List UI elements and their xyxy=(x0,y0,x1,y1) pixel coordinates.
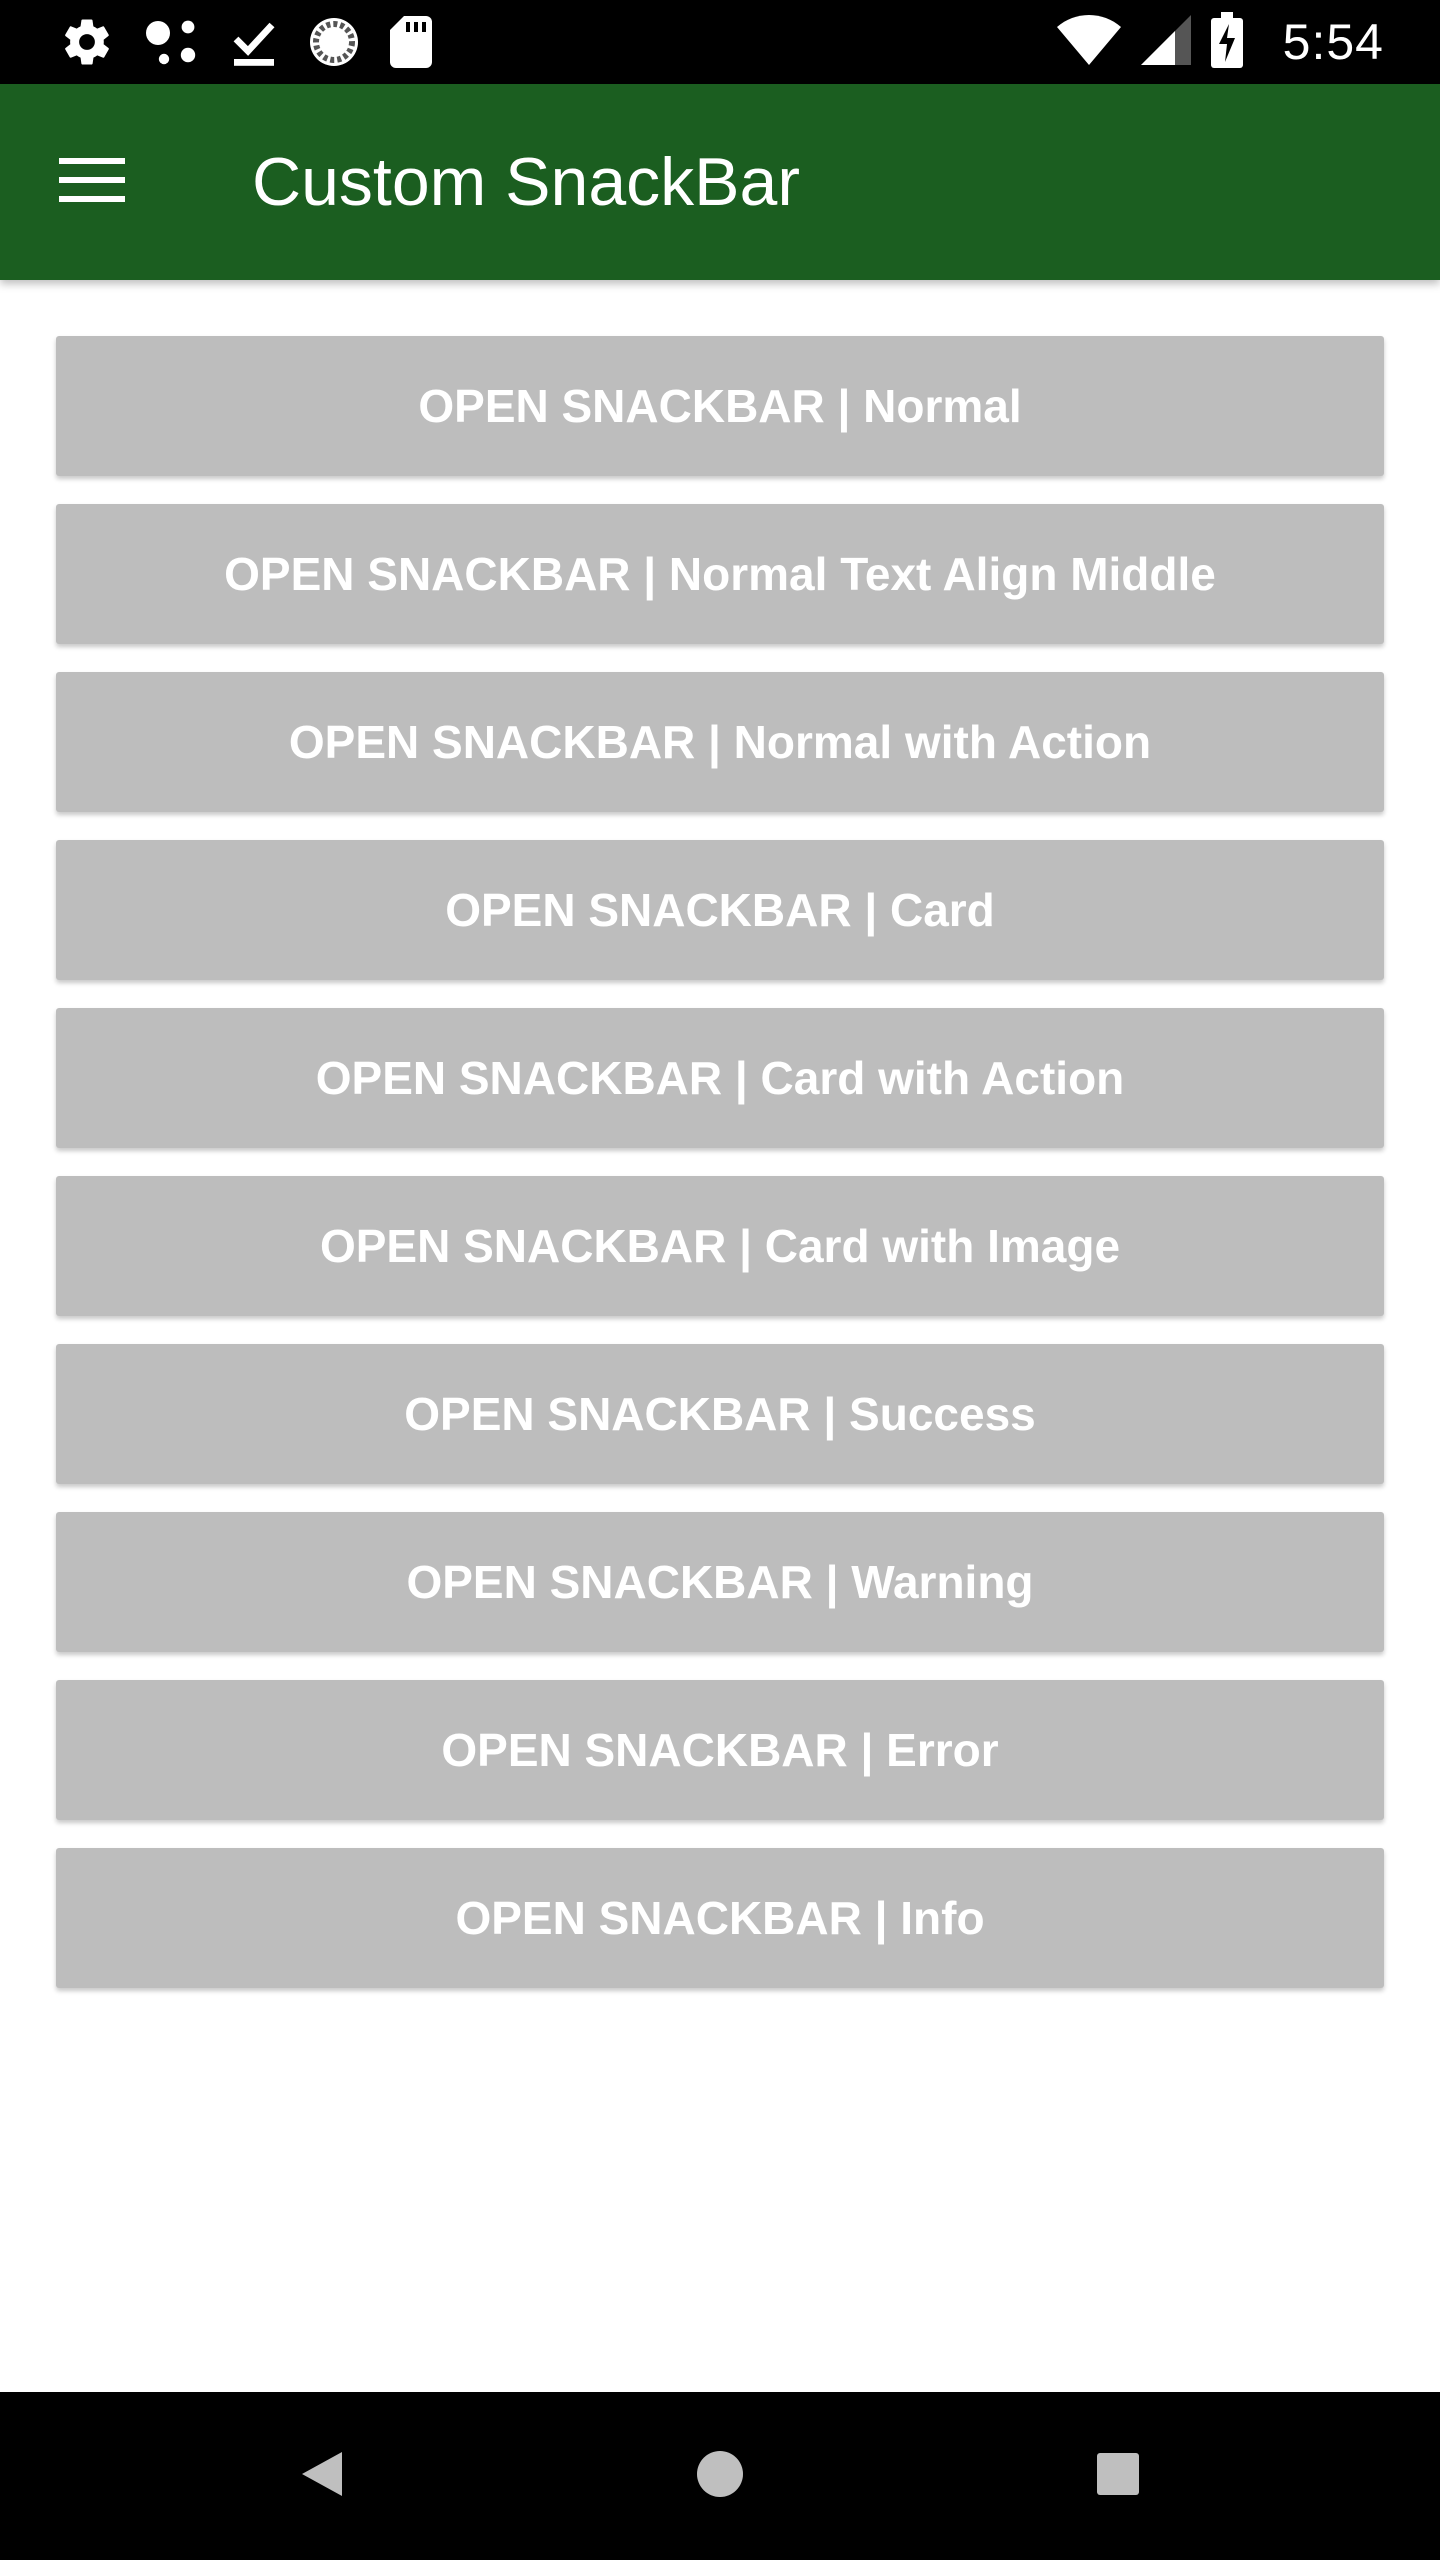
recents-icon xyxy=(1096,2452,1140,2501)
open-snackbar-normal-text-align-middle-button[interactable]: OPEN SNACKBAR | Normal Text Align Middle xyxy=(56,504,1384,644)
status-icons-left xyxy=(60,12,432,72)
open-snackbar-card-with-action-button[interactable]: OPEN SNACKBAR | Card with Action xyxy=(56,1008,1384,1148)
page-title: Custom SnackBar xyxy=(252,144,800,220)
connection-dots-icon xyxy=(144,17,200,67)
signal-icon xyxy=(1140,14,1191,70)
wifi-icon xyxy=(1056,14,1121,70)
status-time: 5:54 xyxy=(1282,14,1384,70)
home-button[interactable] xyxy=(670,2426,770,2526)
sd-card-icon xyxy=(390,16,432,68)
sync-circle-icon xyxy=(308,16,360,68)
back-button[interactable] xyxy=(272,2426,372,2526)
battery-charging-icon xyxy=(1210,11,1243,73)
recents-button[interactable] xyxy=(1068,2426,1168,2526)
status-icons-right: 5:54 xyxy=(1056,11,1384,73)
open-snackbar-error-button[interactable]: OPEN SNACKBAR | Error xyxy=(56,1680,1384,1820)
hamburger-menu-icon xyxy=(59,156,125,209)
open-snackbar-normal-button[interactable]: OPEN SNACKBAR | Normal xyxy=(56,336,1384,476)
back-icon xyxy=(300,2450,344,2503)
gear-icon xyxy=(60,15,114,69)
open-snackbar-warning-button[interactable]: OPEN SNACKBAR | Warning xyxy=(56,1512,1384,1652)
open-snackbar-success-button[interactable]: OPEN SNACKBAR | Success xyxy=(56,1344,1384,1484)
menu-button[interactable] xyxy=(40,130,144,234)
button-list: OPEN SNACKBAR | Normal OPEN SNACKBAR | N… xyxy=(56,336,1384,2016)
app-bar: Custom SnackBar xyxy=(0,84,1440,280)
home-icon xyxy=(696,2450,744,2503)
open-snackbar-card-button[interactable]: OPEN SNACKBAR | Card xyxy=(56,840,1384,980)
open-snackbar-normal-with-action-button[interactable]: OPEN SNACKBAR | Normal with Action xyxy=(56,672,1384,812)
open-snackbar-info-button[interactable]: OPEN SNACKBAR | Info xyxy=(56,1848,1384,1988)
download-done-icon xyxy=(230,15,278,69)
navigation-bar xyxy=(0,2392,1440,2560)
open-snackbar-card-with-image-button[interactable]: OPEN SNACKBAR | Card with Image xyxy=(56,1176,1384,1316)
status-bar: 5:54 xyxy=(0,0,1440,84)
